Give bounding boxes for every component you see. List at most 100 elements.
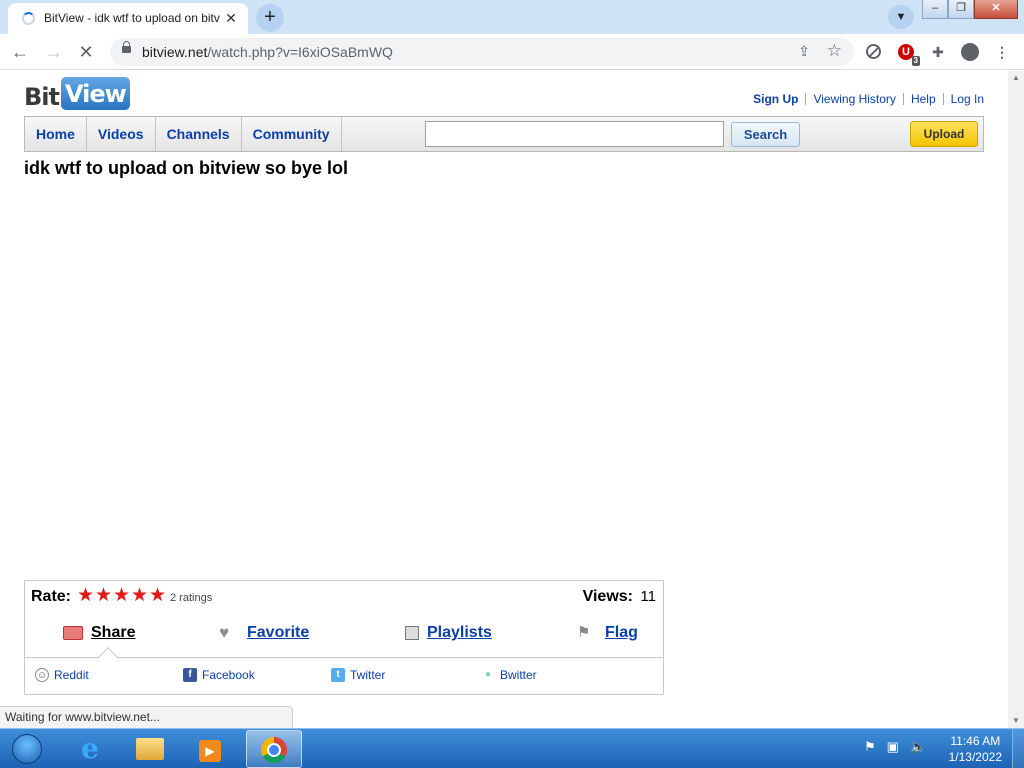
taskbar-chrome[interactable]: [246, 730, 302, 768]
browser-toolbar: ← → ✕ bitview.net/watch.php?v=I6xiOSaBmW…: [0, 34, 1024, 70]
logo-view: View: [61, 77, 130, 110]
taskbar-ie[interactable]: e: [62, 730, 118, 768]
extensions-puzzle-icon[interactable]: ✚: [928, 42, 948, 62]
playlist-icon: [405, 626, 419, 640]
bitview-logo[interactable]: Bit View: [24, 77, 130, 111]
nav-channels[interactable]: Channels: [156, 117, 242, 151]
back-arrow-icon[interactable]: ←: [8, 40, 32, 64]
url-path: /watch.php?v=I6xiOSaBmWQ: [207, 44, 393, 60]
ublock-extension-icon[interactable]: U3: [898, 44, 920, 66]
facebook-icon: f: [183, 668, 197, 682]
views-label: Views:: [582, 588, 633, 605]
favorite-action[interactable]: ♥ Favorite: [219, 622, 309, 644]
share-label: Share: [91, 624, 136, 641]
menu-dots-icon[interactable]: ⋮: [992, 42, 1012, 62]
top-links: Sign Up Viewing History Help Log In: [746, 93, 984, 105]
chrome-icon: [261, 737, 287, 763]
bwitter-label: Bwitter: [500, 668, 537, 682]
window-close-button[interactable]: ✕: [974, 0, 1018, 19]
tab-close-button[interactable]: ✕: [222, 9, 240, 27]
reddit-icon: ☺: [35, 668, 49, 682]
taskbar-explorer[interactable]: [122, 730, 178, 768]
rating-stars[interactable]: ★ ★ ★ ★ ★: [77, 586, 167, 606]
bookmark-star-icon[interactable]: ☆: [827, 41, 842, 61]
help-link[interactable]: Help: [902, 93, 943, 105]
share-bwitter[interactable]: ● Bwitter: [481, 668, 537, 682]
action-center-flag-icon[interactable]: ⚑: [864, 739, 876, 755]
bwitter-icon: ●: [481, 668, 495, 682]
sign-up-link[interactable]: Sign Up: [746, 93, 805, 105]
system-tray: ⚑ ▣ 🔈: [864, 739, 926, 755]
browser-status-bar: Waiting for www.bitview.net...: [0, 706, 293, 728]
share-targets-row: ☺ Reddit f Facebook t Twitter ● Bwitter: [25, 657, 663, 694]
nav-home[interactable]: Home: [25, 117, 87, 151]
page-scrollbar[interactable]: ▲ ▼: [1008, 71, 1024, 728]
nav-videos[interactable]: Videos: [87, 117, 156, 151]
star-icon[interactable]: ★: [77, 586, 95, 606]
video-actions-panel: Rate: ★ ★ ★ ★ ★ 2 ratings Views: 11 Shar…: [24, 580, 664, 695]
lock-icon[interactable]: [122, 41, 131, 57]
share-action[interactable]: Share: [63, 622, 135, 644]
viewing-history-link[interactable]: Viewing History: [805, 93, 902, 105]
network-icon[interactable]: ▣: [887, 739, 899, 755]
flag-icon: ⚑: [577, 624, 591, 641]
block-extension-icon[interactable]: [866, 44, 881, 59]
search-button[interactable]: Search: [731, 122, 800, 147]
volume-icon[interactable]: 🔈: [910, 739, 926, 755]
clock-date: 1/13/2022: [948, 750, 1002, 764]
log-in-link[interactable]: Log In: [942, 93, 984, 105]
search-input[interactable]: [425, 121, 724, 147]
twitter-label: Twitter: [350, 668, 386, 682]
url-host: bitview.net: [142, 44, 208, 60]
ublock-badge: 3: [911, 56, 920, 66]
ratings-count: 2 ratings: [170, 592, 213, 604]
flag-label: Flag: [605, 624, 638, 641]
taskbar-clock[interactable]: 11:46 AM 1/13/2022: [949, 733, 1002, 765]
facebook-label: Facebook: [202, 668, 255, 682]
heart-icon: ♥: [219, 623, 230, 642]
video-title: idk wtf to upload on bitview so bye lol: [24, 158, 349, 178]
scroll-up-arrow-icon[interactable]: ▲: [1008, 71, 1024, 85]
taskbar-media-player[interactable]: ▶: [182, 730, 238, 768]
star-icon[interactable]: ★: [131, 586, 149, 606]
new-tab-button[interactable]: +: [256, 4, 284, 32]
internet-explorer-icon: e: [81, 732, 99, 765]
logo-bit: Bit: [24, 83, 60, 111]
maximize-button[interactable]: ❐: [948, 0, 974, 19]
show-desktop-button[interactable]: [1012, 729, 1024, 768]
folder-icon: [136, 738, 164, 760]
url-text[interactable]: bitview.net/watch.php?v=I6xiOSaBmWQ: [142, 44, 393, 60]
page-viewport: Bit View Sign Up Viewing History Help Log…: [0, 71, 1008, 728]
browser-tab-strip: BitView - idk wtf to upload on bitview s…: [0, 0, 1024, 34]
loading-spinner-icon: [22, 12, 35, 25]
tab-search-button[interactable]: ▼: [888, 5, 914, 29]
share-twitter[interactable]: t Twitter: [331, 668, 385, 682]
address-bar[interactable]: bitview.net/watch.php?v=I6xiOSaBmWQ ⇪ ☆: [110, 38, 854, 66]
star-icon[interactable]: ★: [95, 586, 113, 606]
share-reddit[interactable]: ☺ Reddit: [35, 668, 89, 682]
share-facebook[interactable]: f Facebook: [183, 668, 255, 682]
profile-avatar-icon[interactable]: [961, 43, 979, 61]
playlists-label: Playlists: [427, 624, 492, 641]
minimize-button[interactable]: –: [922, 0, 948, 19]
nav-community[interactable]: Community: [242, 117, 342, 151]
share-page-icon[interactable]: ⇪: [798, 43, 810, 60]
windows-taskbar: e ▶ ⚑ ▣ 🔈 11:46 AM 1/13/2022: [0, 728, 1024, 768]
stop-icon[interactable]: ✕: [74, 40, 98, 64]
reddit-label: Reddit: [54, 668, 89, 682]
scroll-down-arrow-icon[interactable]: ▼: [1008, 714, 1024, 728]
browser-tab-active[interactable]: BitView - idk wtf to upload on bitview s…: [8, 3, 248, 34]
playlists-action[interactable]: Playlists: [405, 622, 492, 644]
views-count: 11: [640, 588, 656, 605]
flag-action[interactable]: ⚑ Flag: [577, 622, 638, 644]
tab-title: BitView - idk wtf to upload on bitview s…: [44, 11, 220, 25]
clock-time: 11:46 AM: [950, 734, 1001, 748]
star-icon[interactable]: ★: [113, 586, 131, 606]
favorite-label: Favorite: [247, 624, 310, 641]
star-icon[interactable]: ★: [149, 586, 167, 606]
windows-logo-icon: [12, 734, 42, 764]
upload-button[interactable]: Upload: [910, 121, 978, 147]
start-button[interactable]: [5, 731, 49, 767]
forward-arrow-icon[interactable]: →: [42, 40, 66, 64]
rate-label: Rate:: [31, 588, 72, 605]
